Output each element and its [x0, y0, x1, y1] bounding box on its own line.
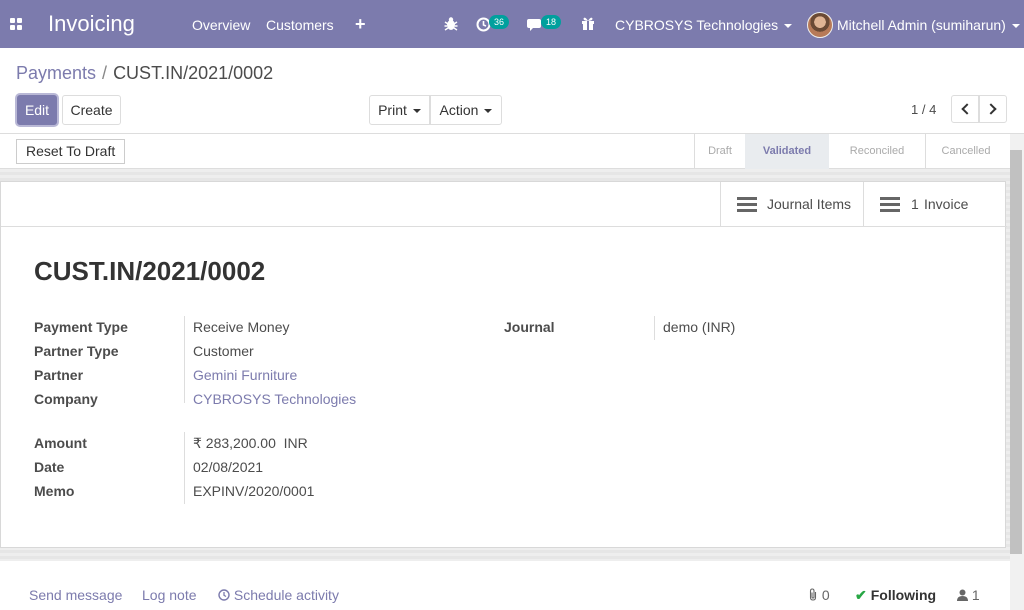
partner-link[interactable]: Gemini Furniture [193, 367, 297, 383]
smart-button-box: Journal Items 1 Invoice [1, 182, 1007, 227]
log-note-button[interactable]: Log note [142, 587, 197, 603]
send-message-button[interactable]: Send message [29, 587, 122, 603]
breadcrumb-payments[interactable]: Payments [16, 63, 96, 83]
app-title[interactable]: Invoicing [48, 11, 135, 37]
print-label: Print [378, 102, 407, 118]
clock-icon [218, 589, 230, 601]
print-dropdown[interactable]: Print [369, 95, 430, 125]
chevron-down-icon [484, 109, 493, 114]
journal-items-label: Journal Items [767, 196, 852, 212]
company-name: CYBROSYS Technologies [615, 17, 779, 33]
plus-icon[interactable]: + [355, 15, 366, 33]
schedule-activity-label: Schedule activity [233, 587, 339, 603]
user-menu[interactable]: Mitchell Admin (sumiharun) [837, 17, 1020, 33]
payment-type-label: Payment Type [34, 319, 128, 335]
company-switcher[interactable]: CYBROSYS Technologies [615, 17, 793, 33]
stage-reconciled[interactable]: Reconciled [829, 134, 925, 169]
field-separator [184, 432, 185, 504]
gift-icon[interactable] [581, 16, 595, 31]
chevron-down-icon [1011, 24, 1020, 29]
user-avatar[interactable] [807, 12, 833, 38]
stage-validated[interactable]: Validated [745, 134, 829, 169]
company-link[interactable]: CYBROSYS Technologies [193, 391, 356, 407]
payment-type-value: Receive Money [193, 319, 290, 335]
chevron-down-icon [412, 109, 421, 114]
pager-value[interactable]: 1 / 4 [911, 102, 936, 117]
chatter-panel: Send message Log note Schedule activity … [0, 561, 1010, 610]
user-name: Mitchell Admin (sumiharun) [837, 17, 1006, 33]
edit-button[interactable]: Edit [17, 95, 57, 125]
attachments-button[interactable]: 0 [808, 587, 830, 603]
record-title: CUST.IN/2021/0002 [34, 256, 266, 286]
journal-value: demo (INR) [663, 319, 736, 335]
company-label: Company [34, 391, 98, 407]
invoice-label: Invoice [924, 196, 969, 212]
field-separator [654, 316, 655, 340]
following-label: Following [870, 587, 937, 603]
memo-value: EXPINV/2020/0001 [193, 483, 315, 499]
menu-customers[interactable]: Customers [266, 17, 334, 33]
apps-menu-icon[interactable] [10, 18, 23, 30]
breadcrumb-current: CUST.IN/2021/0002 [113, 63, 274, 83]
following-button[interactable]: ✔ Following [855, 587, 936, 604]
date-value: 02/08/2021 [193, 459, 264, 475]
list-icon [737, 197, 757, 212]
chevron-right-icon [985, 103, 997, 115]
chevron-down-icon [784, 24, 793, 29]
breadcrumb: Payments / CUST.IN/2021/0002 [16, 63, 273, 84]
followers-count: 1 [971, 587, 980, 603]
followers-button[interactable]: 1 [957, 587, 980, 603]
activity-count-badge: 36 [489, 15, 510, 29]
breadcrumb-separator: / [102, 63, 108, 83]
chevron-left-icon [961, 103, 973, 115]
user-icon [957, 589, 968, 601]
memo-label: Memo [34, 483, 75, 499]
amount-label: Amount [34, 435, 87, 451]
stage-draft[interactable]: Draft [695, 134, 745, 169]
action-label: Action [439, 102, 479, 118]
journal-label: Journal [504, 319, 555, 335]
create-button[interactable]: Create [62, 95, 121, 125]
partner-type-value: Customer [193, 343, 254, 359]
menu-overview[interactable]: Overview [192, 17, 250, 33]
partner-label: Partner [34, 367, 84, 383]
page-scrollbar-thumb[interactable] [1010, 150, 1022, 554]
attachments-count: 0 [821, 587, 830, 603]
action-dropdown[interactable]: Action [430, 95, 502, 125]
paperclip-icon [809, 588, 817, 601]
top-navbar: Invoicing Overview Customers + 36 18 CYB… [0, 0, 1024, 48]
partner-type-label: Partner Type [34, 343, 119, 359]
invoice-count: 1 [911, 196, 919, 212]
list-icon [880, 197, 900, 212]
status-bar: Reset To Draft Draft Validated Reconcile… [0, 134, 1010, 169]
message-count-badge: 18 [541, 15, 562, 29]
invoice-button[interactable]: 1 Invoice [863, 182, 1007, 226]
date-label: Date [34, 459, 65, 475]
journal-items-button[interactable]: Journal Items [720, 182, 863, 226]
form-sheet: Journal Items 1 Invoice CUST.IN/2021/000… [0, 181, 1007, 548]
schedule-activity-button[interactable]: Schedule activity [218, 587, 339, 603]
control-panel: Payments / CUST.IN/2021/0002 Edit Create P… [0, 48, 1024, 134]
reset-to-draft-button[interactable]: Reset To Draft [16, 139, 126, 164]
pager-previous-button[interactable] [951, 95, 979, 123]
pager-next-button[interactable] [979, 95, 1007, 123]
amount-value: ₹ 283,200.00 INR [193, 435, 308, 451]
check-icon: ✔ [855, 587, 867, 603]
field-separator [184, 316, 185, 403]
bug-icon[interactable] [444, 16, 458, 32]
stage-cancelled[interactable]: Cancelled [926, 134, 1006, 169]
